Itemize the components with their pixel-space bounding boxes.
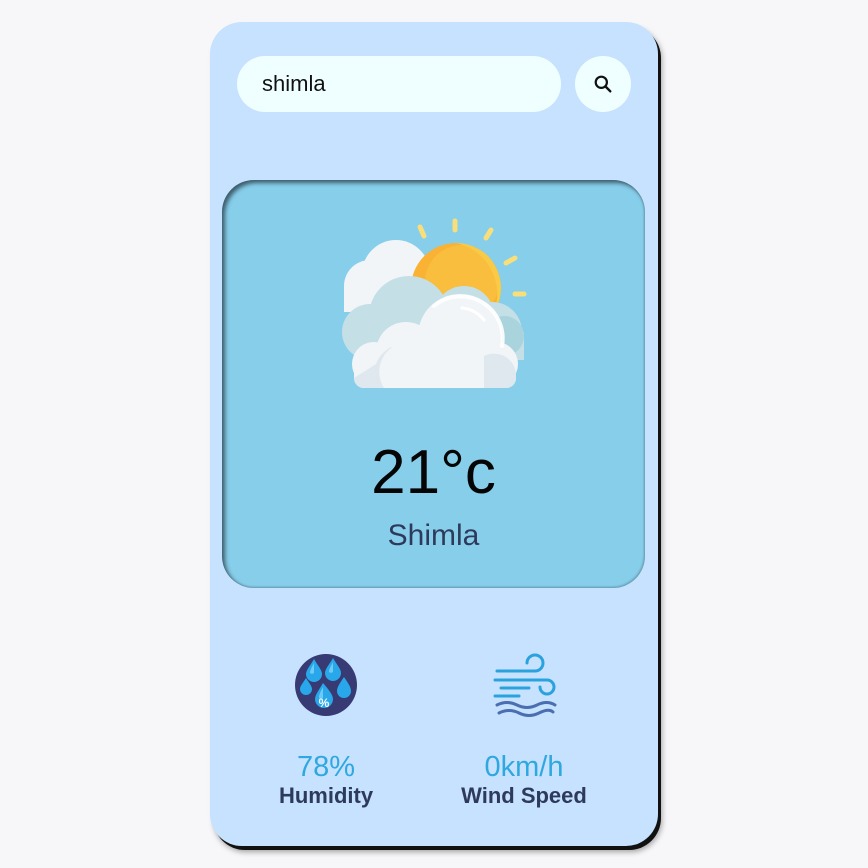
- temperature: 21°c: [371, 438, 496, 507]
- humidity-value: 78%: [296, 751, 356, 783]
- search-input[interactable]: [237, 56, 561, 112]
- city-name: Shimla: [387, 519, 480, 552]
- search-icon: [594, 75, 612, 93]
- weather-panel: 21°c Shimla: [222, 180, 645, 588]
- wind-speed-value: 0km/h: [484, 751, 564, 783]
- humidity-label: Humidity: [278, 783, 374, 808]
- humidity-drops-icon: %: [295, 654, 357, 716]
- wind-icon: [493, 653, 557, 717]
- svg-text:%: %: [319, 696, 330, 710]
- weather-card: 21°c Shimla % 78% Humidity: [210, 22, 658, 846]
- partly-cloudy-sun-icon: [342, 218, 527, 388]
- search-button[interactable]: [575, 56, 631, 112]
- wind-stat: 0km/h Wind Speed: [429, 652, 619, 809]
- humidity-stat: % 78% Humidity: [231, 652, 421, 809]
- wind-speed-label: Wind Speed: [461, 783, 587, 808]
